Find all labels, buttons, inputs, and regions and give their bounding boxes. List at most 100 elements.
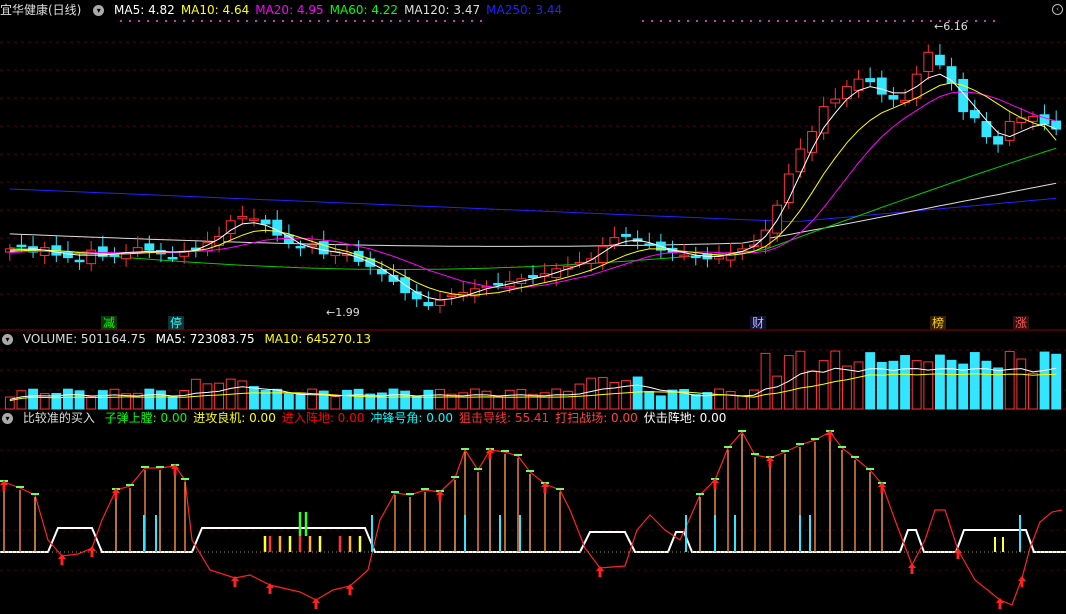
volume-bar — [690, 394, 701, 410]
bullet-marker — [16, 486, 24, 488]
buy-arrow-icon — [996, 598, 1004, 609]
signal-dot — [174, 20, 176, 22]
volume-bar — [97, 390, 108, 410]
buy-arrow-icon — [346, 584, 354, 595]
volume-bar — [504, 389, 515, 410]
signal-dot — [255, 20, 257, 22]
signal-dot — [750, 20, 752, 22]
indicator-legend-item: 打扫战场: 0.00 — [555, 411, 638, 425]
buy-arrow-icon — [312, 598, 320, 609]
volume-bar — [597, 376, 608, 410]
bullet-marker — [866, 468, 874, 470]
candle-body — [74, 259, 85, 263]
volume-bar — [923, 361, 934, 410]
bullet-marker — [514, 454, 522, 456]
volume-bar — [353, 388, 364, 410]
signal-dot — [984, 20, 986, 22]
candle-body — [993, 136, 1003, 145]
marker-finance[interactable]: 财 — [750, 314, 767, 331]
signal-dot — [165, 20, 167, 22]
signal-dot — [192, 20, 194, 22]
bullet-marker — [851, 456, 859, 458]
volume-bar — [1051, 353, 1062, 410]
signal-dot — [336, 20, 338, 22]
signal-dot — [876, 20, 878, 22]
chevron-down-icon[interactable]: ▾ — [2, 334, 13, 345]
marker-text: 减 — [101, 316, 118, 330]
bullet-marker — [796, 443, 804, 445]
volume-bar — [667, 389, 678, 410]
candle-body — [690, 255, 701, 259]
bullet-marker — [421, 488, 429, 490]
volume-bar — [272, 388, 283, 410]
candle-body — [865, 78, 876, 83]
candle-body — [935, 54, 945, 66]
caret-icon[interactable]: ‹ — [1052, 4, 1063, 15]
candle-body — [621, 233, 631, 237]
volume-pane-header: ▾ VOLUME: 501164.75 MA5: 723083.75 MA10:… — [0, 331, 377, 347]
indicator-legend-item: 进攻良机: 0.00 — [193, 411, 276, 425]
volume-bar — [167, 396, 178, 410]
candle-body — [260, 219, 271, 225]
bullet-marker — [556, 488, 564, 490]
volume-bar — [935, 354, 945, 410]
signal-dot — [894, 20, 896, 22]
volume-value: VOLUME: 501164.75 — [22, 332, 146, 346]
volume-bar — [853, 361, 864, 410]
chevron-down-icon[interactable]: ▾ — [93, 5, 105, 16]
signal-dot — [669, 20, 671, 22]
sniper-line — [3, 430, 1063, 606]
candle-body — [1004, 121, 1015, 141]
volume-bar — [109, 388, 120, 410]
signal-dot — [210, 20, 212, 22]
candle-body — [295, 245, 306, 249]
volume-bar — [179, 390, 190, 410]
signal-dot — [660, 20, 662, 22]
volume-bar — [307, 388, 318, 410]
signal-dot — [858, 20, 860, 22]
signal-dot — [696, 20, 698, 22]
volume-bar — [644, 390, 655, 410]
signal-dot — [444, 20, 446, 22]
candle-body — [16, 244, 27, 248]
bullet-marker — [781, 450, 789, 452]
signal-dot — [417, 20, 419, 22]
bullet-marker — [406, 493, 414, 495]
candle-body — [167, 257, 178, 260]
signal-dot — [183, 20, 185, 22]
signal-dot — [345, 20, 347, 22]
signal-dot — [912, 20, 914, 22]
volume-bar — [888, 360, 899, 410]
signal-dot — [741, 20, 743, 22]
signal-dot — [228, 20, 230, 22]
volume-bar — [841, 365, 852, 410]
volume-bar — [1028, 372, 1038, 410]
signal-dot — [642, 20, 644, 22]
signal-dot — [921, 20, 923, 22]
high-price-value: 6.16 — [943, 20, 968, 33]
volume-bar — [795, 350, 806, 410]
volume-bar — [156, 390, 166, 410]
indicator-pane-header: ▾ 比较准的买入 子弹上膛: 0.00 进攻良机: 0.00 进入阵地: 0.00 冲… — [0, 410, 738, 426]
volume-bar — [969, 352, 980, 410]
indicator-legend-item: 进入阵地: 0.00 — [281, 411, 365, 425]
marker-ranking[interactable]: 榜 — [930, 314, 947, 331]
marker-text: 涨 — [1013, 316, 1030, 330]
indicator-legend-item: 子弹上膛: 0.00 — [104, 411, 188, 425]
volume-bar — [562, 390, 573, 410]
chevron-down-icon[interactable]: ▾ — [2, 413, 13, 424]
marker-suspend[interactable]: 停 — [168, 314, 185, 331]
signal-dot — [768, 20, 770, 22]
ma-legend-item: MA120: 3.47 — [404, 3, 481, 17]
candle-body — [1028, 116, 1038, 122]
candle-body — [376, 268, 387, 275]
marker-text: 停 — [168, 316, 185, 330]
signal-dot — [786, 20, 788, 22]
low-price-label: ←1.99 — [326, 306, 360, 319]
ma10-line — [9, 82, 1057, 296]
ma-legend-item: MA60: 4.22 — [329, 3, 399, 17]
signal-dot — [849, 20, 851, 22]
marker-reduce[interactable]: 减 — [101, 314, 118, 331]
marker-rise[interactable]: 涨 — [1013, 314, 1030, 331]
price-pane-header: 宜华健康(日线) ▾ MA5: 4.82 MA10: 4.64 MA20: 4.95… — [0, 2, 574, 18]
